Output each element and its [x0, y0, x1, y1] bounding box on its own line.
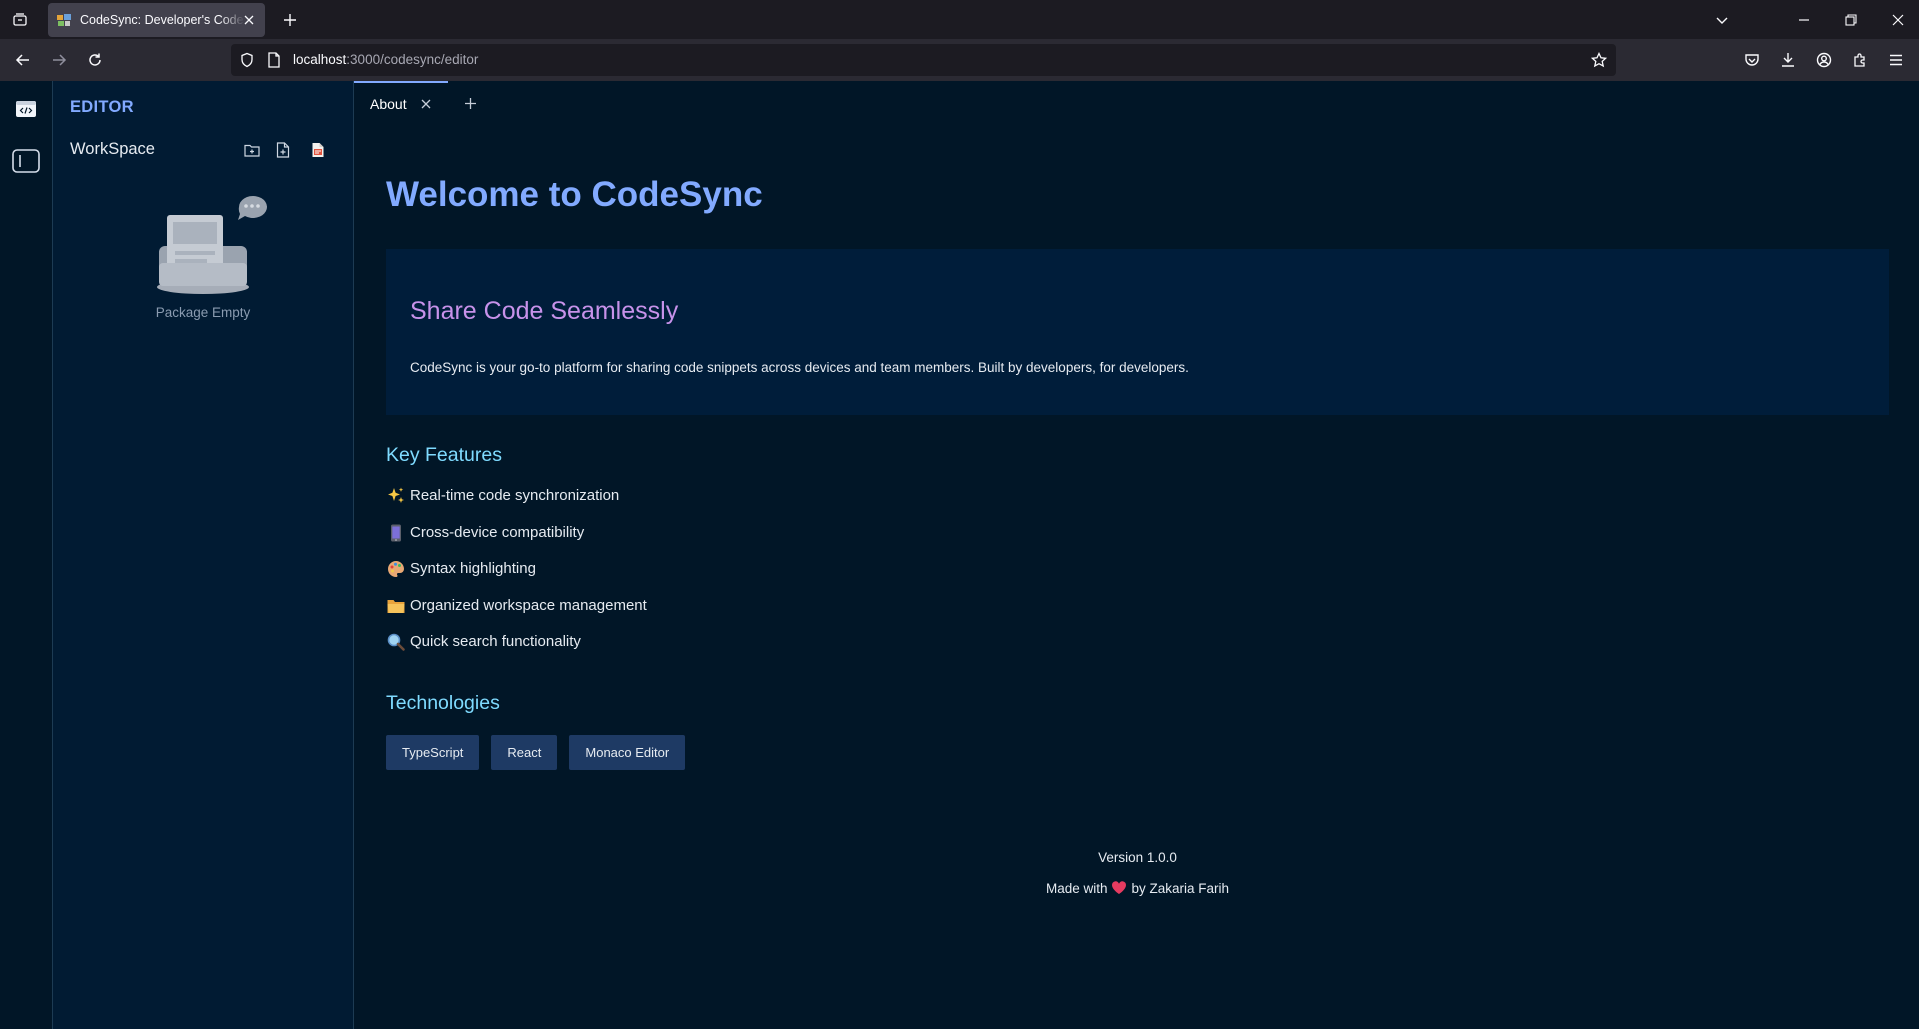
url-text[interactable]: localhost:3000/codesync/editor [293, 52, 478, 67]
list-item: Quick search functionality [386, 633, 647, 670]
codesync-favicon-icon [57, 14, 71, 26]
browser-tab-active[interactable]: CodeSync: Developer's Code Snippets [48, 3, 265, 37]
sidebar-title: EDITOR [70, 98, 134, 116]
list-item: Cross-device compatibility [386, 524, 647, 561]
browser-tab-bar: CodeSync: Developer's Code Snippets [0, 0, 1919, 39]
downloads-icon[interactable] [1776, 48, 1800, 72]
feature-label: Real-time code synchronization [410, 487, 620, 504]
heart-icon [1112, 881, 1127, 894]
code-editor-icon[interactable] [11, 94, 41, 124]
app-menu-hamburger-icon[interactable] [1884, 48, 1908, 72]
credits-line: Made with by Zakaria Farih [386, 880, 1889, 911]
feature-list: Real-time code synchronization Cross-dev… [386, 487, 647, 670]
activity-bar [0, 81, 53, 1029]
add-editor-tab-icon[interactable] [459, 92, 481, 114]
extensions-puzzle-icon[interactable] [1848, 48, 1872, 72]
feature-label: Syntax highlighting [410, 560, 536, 577]
folder-icon [387, 599, 405, 613]
technologies-heading: Technologies [386, 692, 500, 714]
tech-badge-monaco-editor: Monaco Editor [569, 735, 686, 770]
made-with-prefix: Made with [1045, 881, 1108, 896]
explorer-sidebar: EDITOR WorkSpace Package Empty [53, 81, 354, 1029]
new-file-icon[interactable] [272, 139, 294, 161]
new-tab-icon[interactable] [278, 8, 302, 32]
new-folder-icon[interactable] [241, 139, 263, 161]
browser-navigation-bar: localhost:3000/codesync/editor [0, 39, 1919, 81]
tab-about[interactable]: About [354, 81, 448, 125]
package-empty-text: Package Empty [155, 305, 251, 320]
list-item: Syntax highlighting [386, 560, 647, 597]
page-title: Welcome to CodeSync [386, 175, 763, 214]
feature-label: Cross-device compatibility [410, 523, 585, 541]
minimize-window-icon[interactable] [1792, 8, 1816, 32]
technologies-list: TypeScript React Monaco Editor [386, 735, 697, 770]
forward-arrow-icon[interactable] [47, 48, 71, 72]
list-item: Organized workspace management [386, 597, 647, 634]
bookmark-star-icon[interactable] [1591, 52, 1607, 68]
close-window-icon[interactable] [1886, 8, 1910, 32]
close-tab-about-icon[interactable] [418, 96, 434, 112]
account-icon[interactable] [1812, 48, 1836, 72]
palette-icon [388, 561, 404, 577]
reload-icon[interactable] [83, 48, 107, 72]
restore-window-icon[interactable] [1839, 8, 1863, 32]
toggle-sidebar-icon[interactable] [11, 146, 41, 176]
url-host: localhost [293, 52, 347, 67]
page-info-icon[interactable] [267, 52, 281, 68]
hero-title: Share Code Seamlessly [410, 297, 679, 325]
made-with-author: by Zakaria Farih [1131, 881, 1230, 896]
mobile-phone-icon [391, 524, 401, 541]
magnifier-icon [387, 633, 405, 651]
pocket-icon[interactable] [1740, 48, 1764, 72]
close-tab-icon[interactable] [241, 12, 257, 28]
url-path: :3000/codesync/editor [346, 52, 479, 67]
list-item: Real-time code synchronization [386, 487, 647, 524]
about-footer: Version 1.0.0 Made with by Zakaria Farih [386, 849, 1889, 911]
workspace-label: WorkSpace [70, 140, 155, 158]
feature-label: Quick search functionality [410, 633, 581, 650]
list-all-tabs-icon[interactable] [8, 8, 32, 32]
empty-package-illustration-icon [157, 195, 267, 294]
tab-about-label: About [370, 96, 407, 112]
editor-tab-strip: About [354, 81, 1919, 125]
tab-list-chevron-icon[interactable] [1710, 8, 1734, 32]
version-text: Version 1.0.0 [1098, 850, 1177, 865]
key-features-heading: Key Features [386, 444, 502, 466]
import-file-icon[interactable] [307, 139, 329, 161]
tracking-protection-shield-icon[interactable] [239, 52, 255, 68]
sparkles-icon [388, 487, 404, 503]
browser-tab-title: CodeSync: Developer's Code Snippets [80, 13, 245, 27]
address-bar[interactable]: localhost:3000/codesync/editor [231, 44, 1616, 76]
back-arrow-icon[interactable] [11, 48, 35, 72]
hero-description: CodeSync is your go-to platform for shar… [410, 360, 1189, 375]
hero-card: Share Code Seamlessly CodeSync is your g… [386, 249, 1889, 415]
tech-badge-react: React [491, 735, 558, 770]
feature-label: Organized workspace management [410, 596, 647, 614]
tech-badge-typescript: TypeScript [386, 735, 480, 770]
